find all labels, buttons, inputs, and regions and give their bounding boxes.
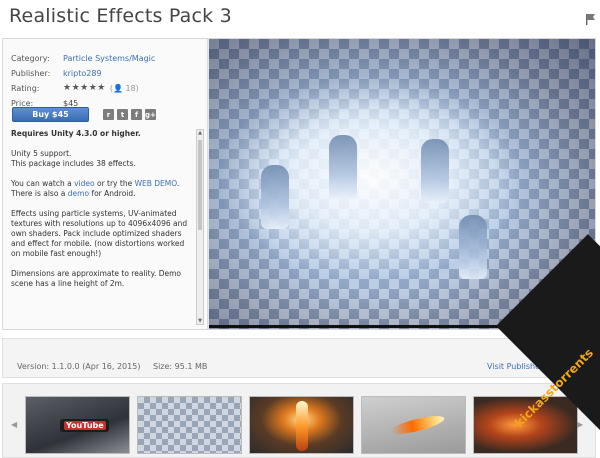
flag-icon[interactable] — [586, 14, 596, 25]
desc-line: Unity 5 support. — [11, 149, 72, 158]
desc-paragraph: Effects using particle systems, UV-anima… — [11, 209, 188, 258]
product-hero: Category: Particle Systems/Magic Publish… — [2, 38, 596, 330]
size-info: Size: 95.1 MB — [153, 362, 208, 371]
fire-beam — [389, 412, 446, 438]
category-link[interactable]: Particle Systems/Magic — [63, 51, 155, 66]
twitter-icon[interactable]: t — [117, 109, 128, 120]
package-meta-bar: Version: 1.1.0.0 (Apr 16, 2015) Size: 95… — [2, 338, 596, 378]
requirement-text: Requires Unity 4.3.0 or higher. — [11, 129, 141, 138]
reddit-icon[interactable]: r — [103, 109, 114, 120]
web-demo-link[interactable]: WEB DEMO — [135, 179, 177, 188]
buy-button[interactable]: Buy $45 — [12, 107, 89, 122]
scroll-up-icon[interactable]: ▲ — [197, 130, 203, 136]
facebook-icon[interactable]: f — [131, 109, 142, 120]
thumbnail-image[interactable] — [361, 396, 466, 454]
prev-arrow-icon[interactable]: ◀ — [11, 420, 17, 429]
thumbnail-image[interactable] — [249, 396, 354, 454]
next-arrow-icon[interactable]: ▶ — [577, 420, 583, 429]
thumbnail-video[interactable]: YouTube — [25, 396, 130, 454]
scroll-down-icon[interactable]: ▼ — [197, 318, 203, 324]
fire-pillar — [296, 401, 308, 451]
googleplus-icon[interactable]: g+ — [145, 109, 156, 120]
thumbnail-strip: ◀ YouTube ▶ — [2, 383, 596, 458]
detail-category: Category: Particle Systems/Magic — [11, 51, 155, 66]
scroll-thumb[interactable] — [198, 140, 202, 230]
description-scrollbar[interactable]: ▲ ▼ — [196, 129, 204, 325]
video-link[interactable]: video — [74, 179, 95, 188]
product-details: Category: Particle Systems/Magic Publish… — [11, 51, 155, 111]
rating-stars: ★★★★★ — [63, 83, 106, 93]
detail-publisher: Publisher: kripto289 — [11, 66, 155, 81]
desc-paragraph: Dimensions are approximate to reality. D… — [11, 269, 181, 288]
character-figure — [329, 135, 357, 199]
android-demo-link[interactable]: demo — [68, 189, 89, 198]
youtube-badge: YouTube — [60, 419, 109, 432]
page-title: Realistic Effects Pack 3 — [9, 5, 232, 27]
character-figure — [261, 165, 289, 229]
character-figure — [421, 139, 449, 203]
detail-rating: Rating: ★★★★★ (👤 18) — [11, 81, 155, 96]
rating-count: (👤 18) — [109, 84, 139, 93]
thumbnail-image[interactable] — [137, 396, 242, 454]
thumbnail-list: YouTube — [25, 396, 578, 454]
desc-line: This package includes 38 effects. — [11, 159, 136, 168]
product-info-panel: Category: Particle Systems/Magic Publish… — [3, 39, 208, 329]
version-info: Version: 1.1.0.0 (Apr 16, 2015) — [17, 362, 141, 371]
publisher-link[interactable]: kripto289 — [63, 66, 102, 81]
character-figure — [459, 215, 487, 279]
product-description: Requires Unity 4.3.0 or higher. Unity 5 … — [11, 129, 194, 325]
